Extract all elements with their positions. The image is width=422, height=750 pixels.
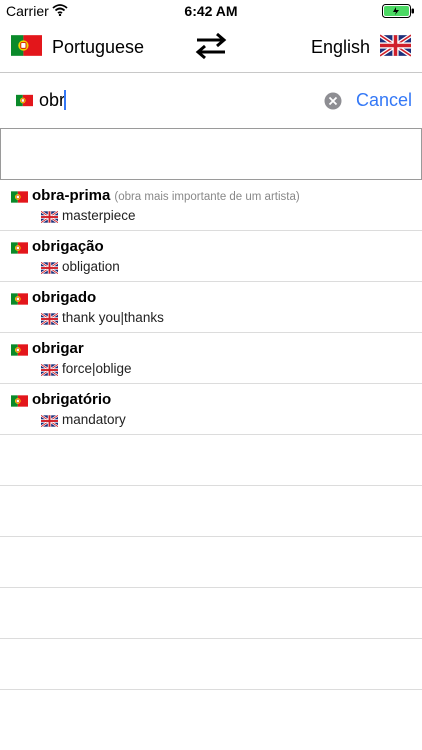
entry-word: obra-prima (obra mais importante de um ar… [32, 187, 300, 204]
uk-flag-icon[interactable] [380, 34, 411, 62]
entry-word: obrigar [32, 340, 84, 357]
cancel-button[interactable]: Cancel [356, 90, 412, 111]
source-language[interactable]: Portuguese [52, 37, 144, 58]
entry-translation: masterpiece [62, 208, 136, 223]
language-bar: Portuguese English [0, 22, 422, 73]
entry-translation: thank you|thanks [62, 310, 164, 325]
uk-flag-icon [41, 261, 58, 279]
list-item[interactable]: obra-prima (obra mais importante de um ar… [0, 180, 422, 231]
list-item[interactable]: obrigado thank you|thanks [0, 282, 422, 333]
portugal-flag-icon [11, 394, 28, 412]
portugal-flag-icon [11, 343, 28, 361]
empty-row [0, 435, 422, 486]
search-bar: Cancel [0, 73, 422, 129]
empty-row [0, 588, 422, 639]
entry-translation: obligation [62, 259, 120, 274]
entry-word: obrigatório [32, 391, 112, 408]
entry-note: (obra mais importante de um artista) [114, 191, 300, 203]
portugal-flag-icon [11, 241, 28, 259]
empty-row [0, 639, 422, 690]
entry-translation: force|oblige [62, 361, 132, 376]
empty-panel [0, 128, 422, 180]
uk-flag-icon [41, 414, 58, 432]
list-item[interactable]: obrigatório mandatory [0, 384, 422, 435]
search-input[interactable] [39, 87, 315, 113]
portugal-flag-icon [11, 190, 28, 208]
uk-flag-icon [41, 210, 58, 228]
text-caret [64, 90, 66, 110]
entry-word: obrigado [32, 289, 97, 306]
battery-icon [382, 4, 416, 21]
target-language[interactable]: English [311, 37, 370, 58]
list-item[interactable]: obrigar force|oblige [0, 333, 422, 384]
uk-flag-icon [41, 363, 58, 381]
entry-translation: mandatory [62, 412, 126, 427]
swap-arrows-icon[interactable] [195, 32, 227, 65]
portugal-flag-icon[interactable] [11, 34, 42, 62]
status-bar: Carrier 6:42 AM [0, 0, 422, 22]
empty-row [0, 486, 422, 537]
portugal-flag-icon [16, 94, 33, 112]
results-list: obra-prima (obra mais importante de um ar… [0, 180, 422, 690]
list-item[interactable]: obrigação obligation [0, 231, 422, 282]
uk-flag-icon [41, 312, 58, 330]
clock: 6:42 AM [184, 3, 238, 19]
empty-row [0, 537, 422, 588]
portugal-flag-icon [11, 292, 28, 310]
entry-word: obrigação [32, 238, 104, 255]
clear-icon[interactable] [324, 92, 342, 115]
